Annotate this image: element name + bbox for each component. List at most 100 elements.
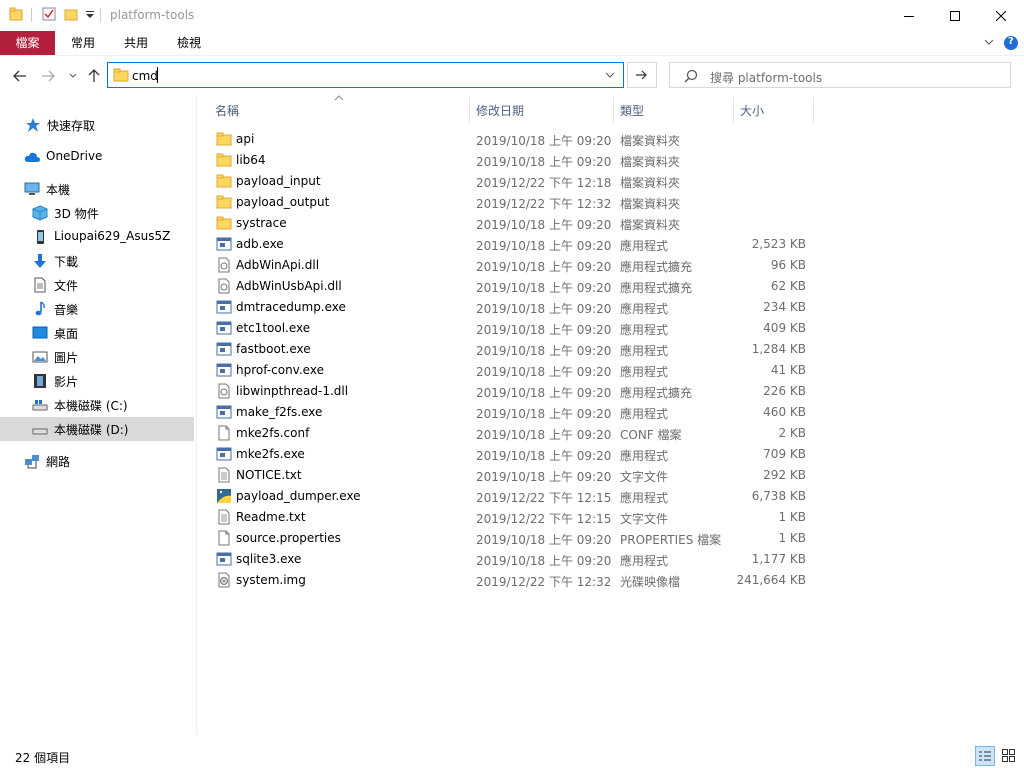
tab-file[interactable]: 檔案	[0, 31, 55, 55]
application-icon	[216, 299, 232, 315]
new-folder-icon[interactable]	[64, 7, 78, 21]
file-name: libwinpthread-1.dll	[236, 384, 349, 398]
expand-ribbon-icon[interactable]	[984, 39, 994, 47]
up-button[interactable]	[84, 66, 104, 86]
column-separator[interactable]	[733, 97, 734, 123]
search-box[interactable]: 搜尋 platform-tools	[669, 62, 1011, 88]
file-name: mke2fs.conf	[236, 426, 310, 440]
file-row[interactable]: fastboot.exe 2019/10/18 上午 09:20 應用程式 1,284…	[208, 339, 814, 360]
nav-item-downloads[interactable]: 下載	[0, 249, 194, 273]
file-row[interactable]: libwinpthread-1.dll 2019/10/18 上午 09:20 應用…	[208, 381, 814, 402]
file-size: 241,664 KB	[736, 573, 806, 587]
file-row[interactable]: adb.exe 2019/10/18 上午 09:20 應用程式 2,523 KB	[208, 234, 814, 255]
column-header-size[interactable]: 大小	[740, 101, 764, 121]
large-icons-view-button[interactable]	[999, 746, 1019, 766]
file-row[interactable]: payload_dumper.exe 2019/12/22 下午 12:15 應用程…	[208, 486, 814, 507]
go-button[interactable]	[627, 62, 657, 88]
nav-item-quick-access[interactable]: 快速存取	[0, 113, 194, 137]
address-input[interactable]: cmd	[132, 69, 158, 83]
column-header-name[interactable]: 名稱	[215, 101, 239, 121]
file-date: 2019/10/18 上午 09:20	[476, 449, 612, 463]
nav-item-music[interactable]: 音樂	[0, 297, 194, 321]
file-row[interactable]: payload_input 2019/12/22 下午 12:18 檔案資料夾	[208, 171, 814, 192]
nav-item-this-pc[interactable]: 本機	[0, 177, 194, 201]
properties-icon[interactable]	[42, 7, 56, 21]
file-date: 2019/12/22 下午 12:15	[476, 491, 612, 505]
file-row[interactable]: lib64 2019/10/18 上午 09:20 檔案資料夾	[208, 150, 814, 171]
file-type: 應用程式	[620, 365, 669, 379]
nav-item-documents[interactable]: 文件	[0, 273, 194, 297]
file-icon	[216, 530, 232, 546]
sort-ascending-icon	[334, 95, 344, 101]
file-row[interactable]: Readme.txt 2019/12/22 下午 12:15 文字文件 1 KB	[208, 507, 814, 528]
file-row[interactable]: dmtracedump.exe 2019/10/18 上午 09:20 應用程式 23…	[208, 297, 814, 318]
close-button[interactable]	[978, 0, 1024, 31]
minimize-button[interactable]	[886, 0, 932, 31]
nav-item-pictures[interactable]: 圖片	[0, 345, 194, 369]
chevron-down-icon[interactable]	[605, 72, 615, 79]
nav-item-desktop[interactable]: 桌面	[0, 321, 194, 345]
tab-view[interactable]: 檢視	[177, 31, 201, 55]
back-button[interactable]	[10, 66, 30, 86]
nav-item-label: 本機磁碟 (C:)	[54, 399, 128, 413]
file-row[interactable]: systrace 2019/10/18 上午 09:20 檔案資料夾	[208, 213, 814, 234]
file-row[interactable]: system.img 2019/12/22 下午 12:32 光碟映像檔 241,66…	[208, 570, 814, 591]
text-file-icon	[216, 467, 232, 483]
file-row[interactable]: AdbWinUsbApi.dll 2019/10/18 上午 09:20 應用程式擴…	[208, 276, 814, 297]
file-date: 2019/12/22 下午 12:15	[476, 512, 612, 526]
nav-item-drive-d[interactable]: 本機磁碟 (D:)	[0, 417, 194, 441]
address-bar[interactable]: cmd	[107, 62, 624, 88]
file-size: 1,177 KB	[751, 552, 806, 566]
column-separator[interactable]	[813, 97, 814, 123]
file-name: payload_input	[236, 174, 321, 188]
search-input[interactable]: 搜尋 platform-tools	[710, 69, 822, 86]
file-date: 2019/10/18 上午 09:20	[476, 386, 612, 400]
file-type: 應用程式	[620, 344, 669, 358]
folder-icon	[216, 152, 232, 168]
details-view-button[interactable]	[975, 746, 995, 766]
column-separator[interactable]	[613, 97, 614, 123]
file-name: etc1tool.exe	[236, 321, 311, 335]
file-row[interactable]: mke2fs.exe 2019/10/18 上午 09:20 應用程式 709 KB	[208, 444, 814, 465]
forward-button[interactable]	[38, 66, 58, 86]
maximize-button[interactable]	[932, 0, 978, 31]
application-icon	[216, 362, 232, 378]
column-header-type[interactable]: 類型	[620, 101, 644, 121]
folder-icon	[216, 215, 232, 231]
pane-divider[interactable]	[196, 95, 197, 735]
nav-item-drive-c[interactable]: 本機磁碟 (C:)	[0, 393, 194, 417]
file-type: 應用程式	[620, 554, 669, 568]
file-row[interactable]: sqlite3.exe 2019/10/18 上午 09:20 應用程式 1,177 …	[208, 549, 814, 570]
tab-home[interactable]: 常用	[71, 31, 95, 55]
file-row[interactable]: payload_output 2019/12/22 下午 12:32 檔案資料夾	[208, 192, 814, 213]
title-bar: platform-tools	[0, 0, 1024, 31]
file-date: 2019/12/22 下午 12:32	[476, 197, 612, 211]
nav-item-videos[interactable]: 影片	[0, 369, 194, 393]
file-row[interactable]: etc1tool.exe 2019/10/18 上午 09:20 應用程式 409 K…	[208, 318, 814, 339]
file-row[interactable]: hprof-conv.exe 2019/10/18 上午 09:20 應用程式 41 …	[208, 360, 814, 381]
customize-quick-access-icon[interactable]	[86, 11, 94, 19]
file-row[interactable]: mke2fs.conf 2019/10/18 上午 09:20 CONF 檔案 2 K…	[208, 423, 814, 444]
file-row[interactable]: AdbWinApi.dll 2019/10/18 上午 09:20 應用程式擴充 96…	[208, 255, 814, 276]
up-arrow-icon	[88, 69, 100, 82]
file-date: 2019/10/18 上午 09:20	[476, 365, 612, 379]
tab-share[interactable]: 共用	[124, 31, 148, 55]
folder-icon	[216, 194, 232, 210]
nav-item-onedrive[interactable]: OneDrive	[0, 145, 194, 169]
file-row[interactable]: source.properties 2019/10/18 上午 09:20 PROP…	[208, 528, 814, 549]
recent-locations-button[interactable]	[63, 66, 83, 86]
drive-icon	[32, 400, 48, 411]
item-count: 22 個項目	[15, 751, 71, 765]
column-header-date[interactable]: 修改日期	[476, 101, 524, 121]
column-separator[interactable]	[469, 97, 470, 123]
file-row[interactable]: make_f2fs.exe 2019/10/18 上午 09:20 應用程式 460 …	[208, 402, 814, 423]
network-icon	[25, 455, 39, 469]
nav-item-phone[interactable]: Lioupai629_Asus5Z	[0, 225, 194, 249]
file-size: 709 KB	[763, 447, 806, 461]
file-name: api	[236, 132, 255, 146]
help-icon[interactable]: ?	[1004, 36, 1018, 50]
nav-item-3d-objects[interactable]: 3D 物件	[0, 201, 194, 225]
file-row[interactable]: api 2019/10/18 上午 09:20 檔案資料夾	[208, 129, 814, 150]
nav-item-network[interactable]: 網路	[0, 449, 194, 473]
file-row[interactable]: NOTICE.txt 2019/10/18 上午 09:20 文字文件 292 KB	[208, 465, 814, 486]
